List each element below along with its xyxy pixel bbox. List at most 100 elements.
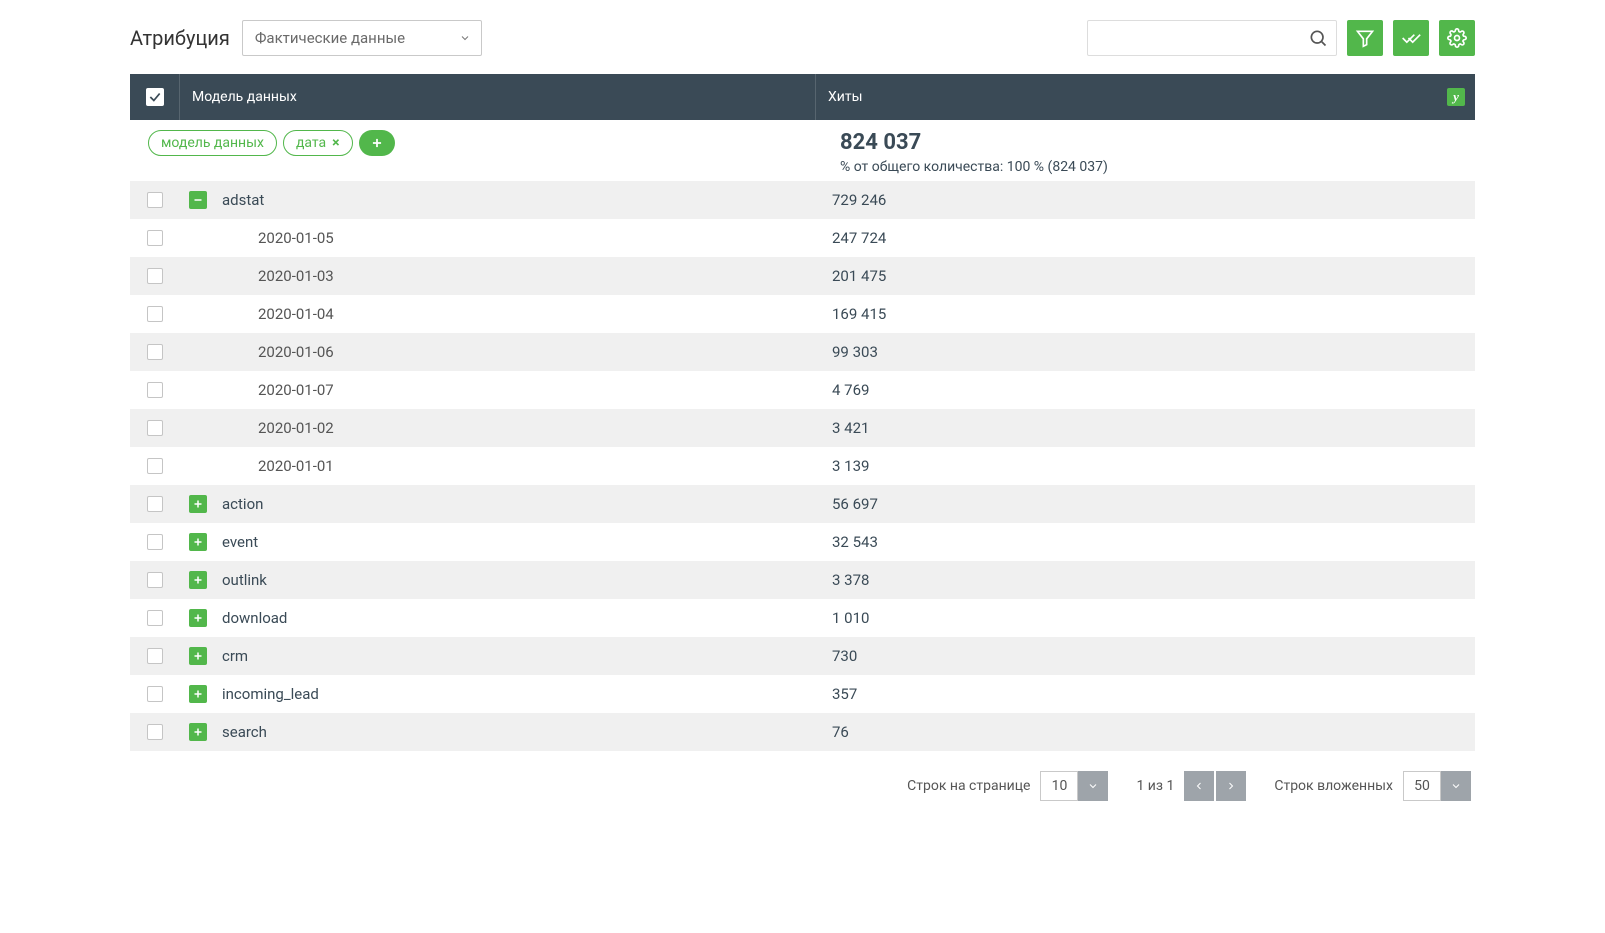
group-name: incoming_lead [216,685,816,703]
filter-button[interactable] [1347,20,1383,56]
row-checkbox[interactable] [130,686,180,702]
row-checkbox[interactable] [130,382,180,398]
search-input-wrap[interactable] [1087,20,1337,56]
child-row: 2020-01-074 769 [130,371,1475,409]
collapse-icon[interactable] [189,191,207,209]
apply-button[interactable] [1393,20,1429,56]
group-row: crm730 [130,637,1475,675]
group-row: download1 010 [130,599,1475,637]
table-body: adstat729 2462020-01-05247 7242020-01-03… [130,181,1475,751]
row-checkbox[interactable] [130,610,180,626]
chevron-down-icon [459,32,471,44]
child-hits: 4 769 [816,381,1475,399]
filter-chips-row: модель данных дата × 824 037 % от общего… [130,120,1475,181]
child-date: 2020-01-05 [216,229,816,247]
filter-chip-date[interactable]: дата × [283,130,353,156]
group-hits: 32 543 [816,533,1475,551]
child-hits: 247 724 [816,229,1475,247]
row-checkbox[interactable] [130,344,180,360]
search-input[interactable] [1096,30,1308,46]
group-name: event [216,533,816,551]
child-row: 2020-01-05247 724 [130,219,1475,257]
expand-icon[interactable] [189,647,207,665]
child-hits: 3 139 [816,457,1475,475]
row-checkbox[interactable] [130,192,180,208]
group-row: outlink3 378 [130,561,1475,599]
group-name: action [216,495,816,513]
select-all-checkbox[interactable] [130,74,180,120]
group-row: search76 [130,713,1475,751]
group-hits: 76 [816,723,1475,741]
expand-icon[interactable] [189,723,207,741]
child-hits: 3 421 [816,419,1475,437]
child-date: 2020-01-02 [216,419,816,437]
page-title: Атрибуция [130,26,230,50]
child-date: 2020-01-01 [216,457,816,475]
group-name: download [216,609,816,627]
child-row: 2020-01-0699 303 [130,333,1475,371]
child-row: 2020-01-03201 475 [130,257,1475,295]
rows-per-page-select[interactable]: 10 [1040,771,1108,801]
row-checkbox[interactable] [130,724,180,740]
child-row: 2020-01-023 421 [130,409,1475,447]
expand-icon[interactable] [189,609,207,627]
group-hits: 1 010 [816,609,1475,627]
expand-icon[interactable] [189,571,207,589]
row-checkbox[interactable] [130,420,180,436]
row-checkbox[interactable] [130,534,180,550]
row-checkbox[interactable] [130,458,180,474]
add-filter-button[interactable] [359,130,395,156]
expand-icon[interactable] [189,533,207,551]
prev-page-button[interactable] [1184,771,1214,801]
expand-icon[interactable] [189,685,207,703]
chevron-down-icon[interactable] [1078,771,1108,801]
data-type-select-value: Фактические данные [255,29,405,47]
group-name: search [216,723,816,741]
nested-rows-label: Строк вложенных [1274,778,1393,794]
child-date: 2020-01-06 [216,343,816,361]
group-hits: 3 378 [816,571,1475,589]
group-hits: 729 246 [816,191,1475,209]
child-hits: 99 303 [816,343,1475,361]
child-date: 2020-01-03 [216,267,816,285]
group-name: crm [216,647,816,665]
child-date: 2020-01-04 [216,305,816,323]
group-name: outlink [216,571,816,589]
topbar: Атрибуция Фактические данные [130,20,1475,56]
group-hits: 56 697 [816,495,1475,513]
close-icon[interactable]: × [332,135,339,151]
search-icon[interactable] [1308,28,1328,48]
hits-subtitle: % от общего количества: 100 % (824 037) [840,159,1475,175]
group-row: event32 543 [130,523,1475,561]
table-footer: Строк на странице 10 1 из 1 Строк вложен… [130,751,1475,805]
page-info: 1 из 1 [1136,778,1174,794]
column-header-hits[interactable]: Хиты y [816,74,1475,120]
chevron-down-icon[interactable] [1441,771,1471,801]
column-header-model[interactable]: Модель данных [180,74,816,120]
row-checkbox[interactable] [130,268,180,284]
nested-rows-select[interactable]: 50 [1403,771,1471,801]
settings-button[interactable] [1439,20,1475,56]
child-row: 2020-01-013 139 [130,447,1475,485]
next-page-button[interactable] [1216,771,1246,801]
row-checkbox[interactable] [130,306,180,322]
data-type-select[interactable]: Фактические данные [242,20,482,56]
filter-chip-model[interactable]: модель данных [148,130,277,156]
hits-total: 824 037 [840,130,1475,155]
rows-per-page-label: Строк на странице [907,778,1030,794]
group-row: incoming_lead357 [130,675,1475,713]
group-hits: 730 [816,647,1475,665]
row-checkbox[interactable] [130,230,180,246]
row-checkbox[interactable] [130,572,180,588]
child-hits: 201 475 [816,267,1475,285]
expand-icon[interactable] [189,495,207,513]
row-checkbox[interactable] [130,648,180,664]
child-hits: 169 415 [816,305,1475,323]
child-row: 2020-01-04169 415 [130,295,1475,333]
table-header: Модель данных Хиты y [130,74,1475,120]
group-hits: 357 [816,685,1475,703]
row-checkbox[interactable] [130,496,180,512]
child-date: 2020-01-07 [216,381,816,399]
hits-summary: 824 037 % от общего количества: 100 % (8… [824,130,1475,175]
group-row: adstat729 246 [130,181,1475,219]
